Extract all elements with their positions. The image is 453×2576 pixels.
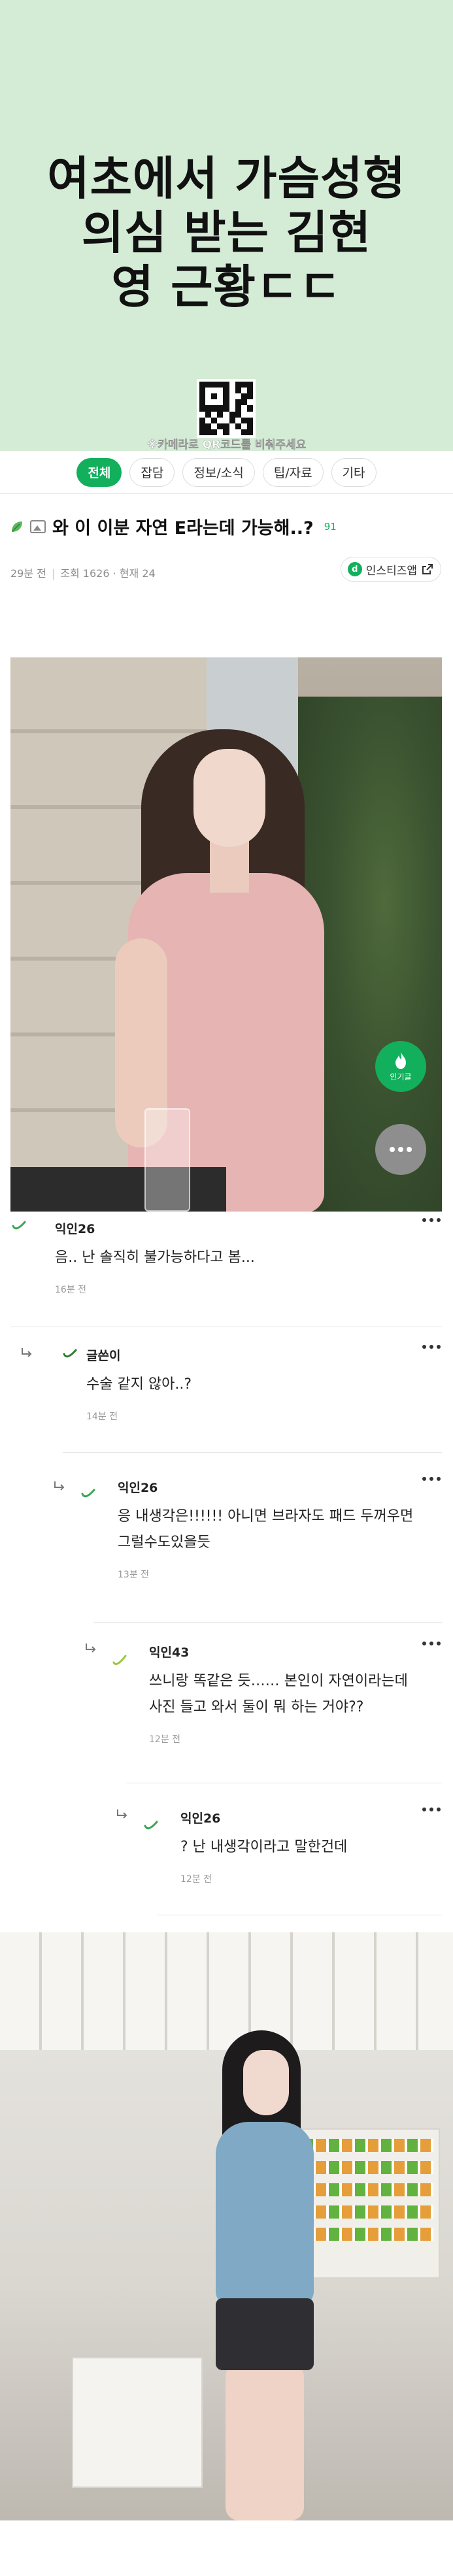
comment-body: 쓰니랑 똑같은 듯…… 본인이 자연이라는데 사진 들고 와서 둘이 뭐 하는 … [149,1668,441,1721]
comment-time: 12분 전 [149,1734,181,1745]
photo-face [243,2050,289,2115]
comment-body-line: 쓰니랑 똑같은 듯…… 본인이 자연이라는데 [149,1673,408,1689]
tab-chat[interactable]: 잡담 [129,457,175,487]
post-meta: 29분 전 | 조회 1626 · 현재 24 [10,565,156,580]
comment-time: 12분 전 [180,1874,212,1885]
comment-body: 수술 같지 않아..? [86,1376,192,1393]
post-current-viewers: 현재 24 [119,567,156,580]
comment-body: ? 난 내생각이라고 말한건데 [180,1839,348,1855]
tab-tips[interactable]: 팁/자료 [262,457,324,487]
photo-face [193,749,265,847]
comment-time: 14분 전 [86,1412,118,1422]
comment-item: 익인26 ? 난 내생각이라고 말한건데 12분 전 [180,1808,441,1885]
comment-swoosh-icon [63,1349,77,1358]
qr-caption: ※카메라로 QR코드를 비춰주세요 [146,438,307,452]
comment-author: 익인26 [55,1222,95,1236]
reply-arrow-icon [54,1481,65,1491]
comment-count: 91 [324,520,337,533]
meta-dot: · [109,567,120,580]
comment-swoosh-icon [112,1655,127,1665]
popular-posts-label: 인기글 [390,1072,412,1082]
source-app-link[interactable]: d 인스티즈앱 [340,557,441,582]
comment-menu-button[interactable] [414,1218,441,1231]
external-link-icon [422,564,433,574]
more-dot [398,1147,403,1152]
instiz-logo-icon: d [347,562,362,576]
comment-menu-button[interactable] [414,1642,441,1655]
comment-author: 익인43 [149,1645,190,1660]
comment-body: 응 내생각은!!!!!! 아니면 브라자도 패드 두꺼우면 그럴수도있을듯 [118,1504,441,1556]
more-dot [407,1147,412,1152]
reply-arrow-icon [117,1809,127,1819]
reply-arrow-icon [22,1348,32,1357]
qr-code[interactable] [197,379,256,438]
comment-divider [63,1452,442,1453]
tab-etc[interactable]: 기타 [331,457,377,487]
header-banner: 여초에서 가슴성형 의심 받는 김현 영 근황ㄷㄷ ※카메라로 QR코드를 비춰… [0,0,453,452]
comment-body-line: 사진 들고 와서 둘이 뭐 하는 거야?? [149,1699,364,1715]
photo-neck [210,840,249,893]
banner-title-line: 의심 받는 김현 [81,206,372,259]
leaf-icon [12,521,22,532]
meta-separator: | [51,567,56,580]
more-options-button[interactable] [375,1124,426,1175]
comment-swoosh-icon [81,1489,95,1498]
comment-time: 13분 전 [118,1570,150,1580]
photo-legs [226,2364,304,2520]
comment-item: 글쓴이 수술 같지 않아..? 14분 전 [86,1345,441,1423]
comment-author: 익인26 [118,1481,158,1495]
photo-top [216,2122,314,2305]
tab-all[interactable]: 전체 [76,457,122,487]
comment-item: 익인26 음.. 난 솔직히 불가능하다고 봄... 16분 전 [55,1218,441,1296]
photo-ceiling [0,1932,453,2050]
banner-title: 여초에서 가슴성형 의심 받는 김현 영 근황ㄷㄷ [0,152,453,314]
comment-divider [94,1622,442,1623]
comment-menu-button[interactable] [414,1808,441,1821]
popular-posts-button[interactable]: 인기글 [375,1041,426,1092]
image-attachment-icon [30,520,46,533]
post-views: 조회 1626 [60,567,110,580]
comment-time: 16분 전 [55,1285,87,1295]
banner-title-line: 영 근황ㄷㄷ [111,260,342,314]
photo-glass [144,1108,190,1212]
photo-table [10,1167,226,1212]
comment-swoosh-icon [12,1221,26,1230]
flame-icon [395,1051,406,1069]
post-title-row: 와 이 이분 자연 E라는데 가능해..? 91 [10,514,442,539]
comment-menu-button[interactable] [414,1345,441,1358]
tab-info-news[interactable]: 정보/소식 [182,457,255,487]
photo-shorts [216,2298,314,2370]
comment-body-line: 응 내생각은!!!!!! 아니면 브라자도 패드 두꺼우면 [118,1508,414,1525]
comment-body: 음.. 난 솔직히 불가능하다고 봄... [55,1249,255,1266]
comment-author: 글쓴이 [86,1349,121,1363]
post-photo-2 [0,1932,453,2520]
comment-author: 익인26 [180,1811,221,1826]
comment-body-line: 그럴수도있을듯 [118,1534,210,1551]
comment-item: 익인43 쓰니랑 똑같은 듯…… 본인이 자연이라는데 사진 들고 와서 둘이 … [149,1642,441,1745]
more-dot [390,1147,395,1152]
source-app-label: 인스티즈앱 [365,564,417,578]
banner-title-line: 여초에서 가슴성형 [47,152,406,205]
comment-menu-button[interactable] [414,1477,441,1490]
reply-arrow-icon [86,1643,96,1653]
post-photo-1 [10,657,442,1212]
comment-swoosh-icon [144,1821,158,1830]
post-time: 29분 전 [10,567,46,580]
photo-boxes [72,2357,203,2488]
post-title: 와 이 이분 자연 E라는데 가능해..? [52,518,314,538]
comment-item: 익인26 응 내생각은!!!!!! 아니면 브라자도 패드 두꺼우면 그럴수도있… [118,1477,441,1581]
category-tabs: 전체 잡담 정보/소식 팁/자료 기타 [0,451,453,494]
